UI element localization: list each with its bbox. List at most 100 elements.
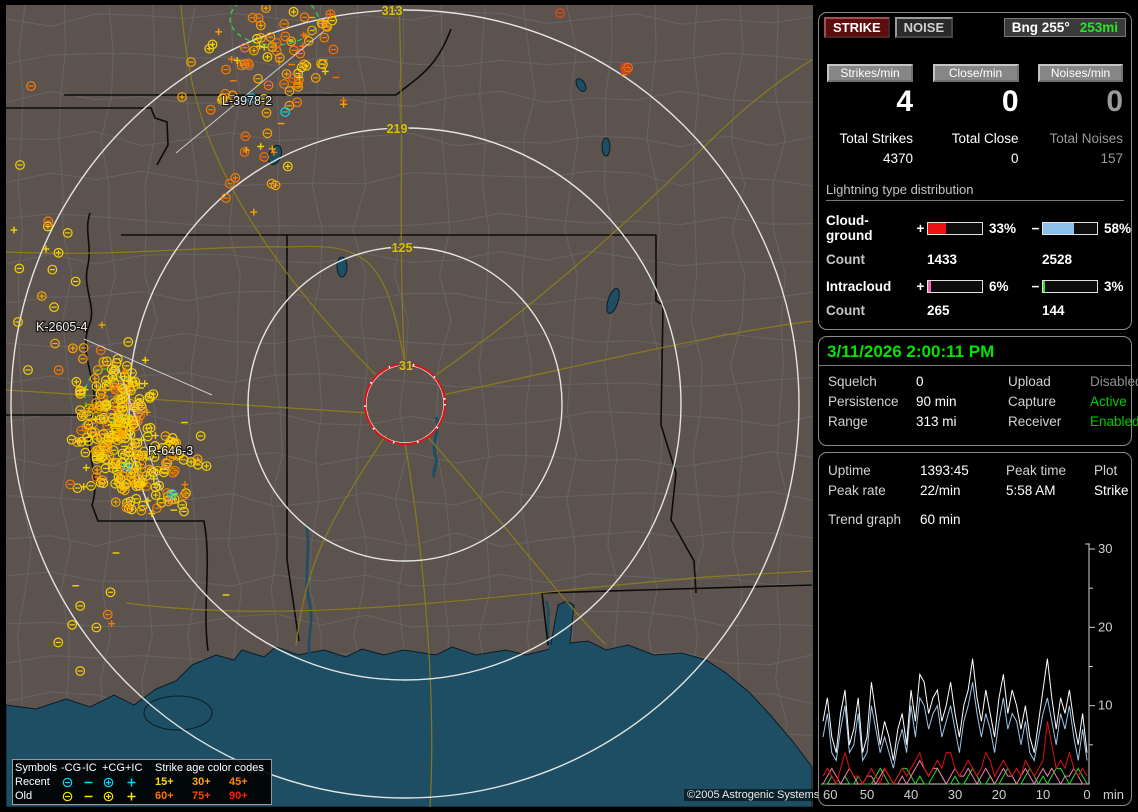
trend-graph-span: 60 min [920,510,1006,530]
noises-per-min-value: 0 [1038,85,1123,119]
pos-count: 265 [927,303,985,318]
squelch-label: Squelch [828,372,916,392]
age-30: 30+ [192,775,229,789]
svg-text:L-3978-2: L-3978-2 [222,94,272,108]
legend-age-header: Strike age color codes [155,761,263,775]
distribution-title: Lightning type distribution [826,182,1124,201]
receiver-label: Receiver [1008,412,1090,432]
capture-label: Capture [1008,392,1090,412]
close-per-min-value: 0 [933,85,1019,119]
neg-bar [1042,280,1098,293]
bearing-readout: Bng 255° 253mi [1004,18,1126,37]
total-strikes-value: 4370 [827,151,913,166]
total-close-value: 0 [933,151,1019,166]
lightning-map[interactable]: 31321912531L-3978-2K-2605-4R-646-3 Symbo… [6,5,813,807]
svg-text:40: 40 [904,787,918,802]
svg-text:50: 50 [860,787,874,802]
age-60: 60+ [155,789,192,803]
total-noises-label: Total Noises [1038,131,1123,146]
strike-button[interactable]: STRIKE [824,17,890,38]
strikes-per-min-value: 4 [827,85,913,119]
app-window: 31321912531L-3978-2K-2605-4R-646-3 Symbo… [0,0,1138,812]
age-75: 75+ [192,789,229,803]
plot-mode-value: Strike [1094,481,1129,501]
distribution-count-row: Count14332528 [826,252,1124,267]
strike-stats-panel: STRIKE NOISE Bng 255° 253mi Strikes/min … [818,12,1132,330]
strikes-per-min-chip: Strikes/min [827,64,913,82]
legend-col-nic: -IC [82,761,102,775]
total-noises-value: 157 [1038,151,1123,166]
noise-button[interactable]: NOISE [895,17,953,38]
svg-text:20: 20 [1098,619,1112,634]
plus-icon [125,776,145,789]
capture-status: Active [1090,392,1127,412]
trend-series-+IC [823,761,1087,784]
svg-text:313: 313 [382,5,403,18]
uptime-label: Uptime [828,461,920,481]
neg-bar [1042,222,1098,235]
plot-label: Plot [1094,461,1122,481]
status-panel: 3/11/2026 2:00:11 PM Squelch 0 Upload Di… [818,336,1132,446]
peak-time-value: 5:58 AM [1006,481,1094,501]
legend-recent-label: Recent [15,775,61,789]
svg-text:125: 125 [392,241,413,255]
minus-icon [82,790,102,803]
peak-rate-value: 22/min [920,481,1006,501]
age-90: 90+ [229,789,263,803]
noises-per-min-column: Noises/min 0 Total Noises 157 [1038,64,1123,166]
svg-text:R-646-3: R-646-3 [148,444,193,458]
datetime-display: 3/11/2026 2:00:11 PM [819,337,1131,366]
svg-text:30: 30 [1098,541,1112,556]
svg-text:0: 0 [1083,787,1090,802]
peak-time-label: Peak time [1006,461,1094,481]
range-value: 313 mi [916,412,1008,432]
neg-count: 144 [1042,303,1100,318]
uptime-value: 1393:45 [920,461,1006,481]
copyright-text: ©2005 Astrogenic Systems [684,789,822,801]
svg-text:10: 10 [1098,698,1112,713]
trend-series-Total [823,659,1087,761]
total-strikes-label: Total Strikes [827,131,913,146]
svg-text:31: 31 [399,359,413,373]
distribution-count-row: Count265144 [826,303,1124,318]
svg-text:30: 30 [948,787,962,802]
upload-status: Disabled [1090,372,1138,392]
close-per-min-chip: Close/min [933,64,1019,82]
bearing-distance: 253mi [1080,19,1118,36]
map-canvas[interactable]: 31321912531L-3978-2K-2605-4R-646-3 [6,5,813,807]
persistence-label: Persistence [828,392,916,412]
pos-bar [927,222,983,235]
close-per-min-column: Close/min 0 Total Close 0 [933,64,1019,166]
circle-minus-icon [61,776,82,789]
circle-plus-icon [102,776,125,789]
minus-icon [82,776,102,789]
legend-old-label: Old [15,789,61,803]
receiver-status: Enabled [1090,412,1138,432]
trend-axis-labels: 10 20 30 60 50 40 30 20 10 0 min [823,541,1124,802]
neg-count: 2528 [1042,252,1100,267]
strikes-per-min-column: Strikes/min 4 Total Strikes 4370 [827,64,913,166]
age-45: 45+ [229,775,263,789]
svg-text:min: min [1103,787,1124,802]
trend-panel: Uptime 1393:45 Peak time Plot Peak rate … [818,452,1132,806]
trend-graph: 10 20 30 60 50 40 30 20 10 0 min [821,539,1131,805]
persistence-value: 90 min [916,392,1008,412]
legend-symbols-header: Symbols [15,761,61,775]
total-close-label: Total Close [933,131,1019,146]
squelch-value: 0 [916,372,1008,392]
svg-text:219: 219 [387,122,408,136]
pos-count: 1433 [927,252,985,267]
svg-text:20: 20 [992,787,1006,802]
distribution-row: Cloud-ground+33%−58% [826,213,1124,243]
circle-minus-icon [61,790,82,803]
svg-text:10: 10 [1036,787,1050,802]
svg-text:60: 60 [823,787,837,802]
peak-rate-label: Peak rate [828,481,920,501]
pos-bar [927,280,983,293]
bearing-label: Bng 255° [1012,19,1070,36]
distribution-rows: Cloud-ground+33%−58%Count14332528Intracl… [826,213,1124,318]
legend-col-pic: +IC [125,761,145,775]
upload-label: Upload [1008,372,1090,392]
plus-icon [125,790,145,803]
map-legend: Symbols -CG -IC +CG +IC Strike age color… [12,759,272,805]
